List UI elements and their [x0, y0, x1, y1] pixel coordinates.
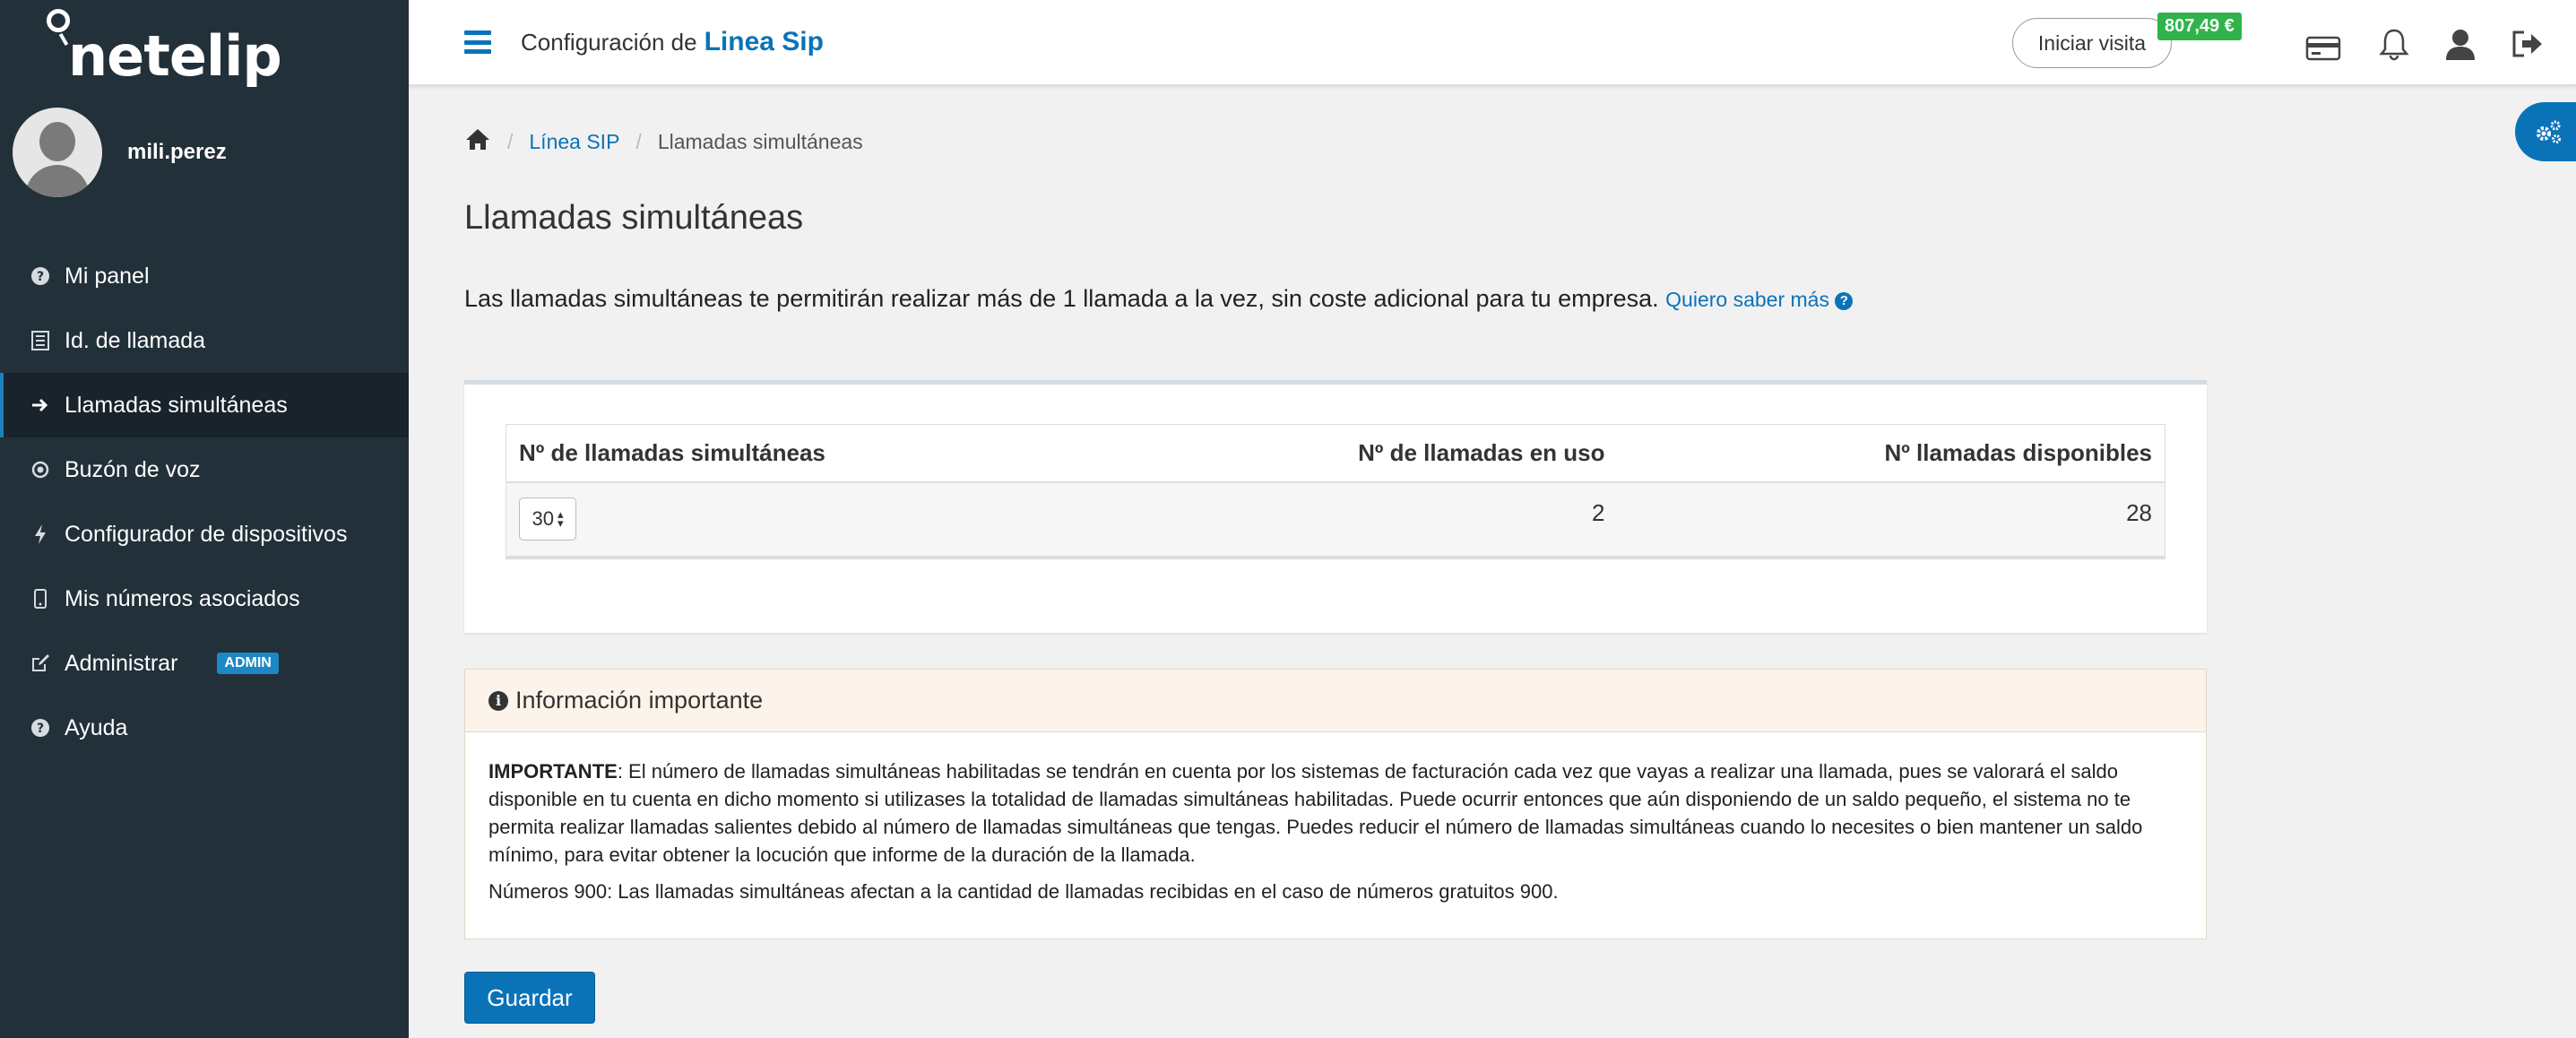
sidebar-item-label: Llamadas simultáneas [65, 392, 288, 418]
table-header-row: Nº de llamadas simultáneas Nº de llamada… [506, 424, 2165, 483]
sidebar-item-label: Administrar [65, 650, 178, 676]
user-profile[interactable]: mili.perez [13, 108, 227, 197]
sidebar-item-administrar[interactable]: Administrar ADMIN [0, 631, 409, 696]
column-header-available: Nº llamadas disponibles [1617, 424, 2165, 483]
sidebar-item-mis-numeros-asociados[interactable]: Mis números asociados [0, 567, 409, 631]
sidebar: netelip mili.perez ? Mi panel Id. de lla… [0, 0, 409, 1038]
simultaneous-calls-value: 30 [532, 506, 554, 530]
question-circle-icon: ? [29, 719, 52, 737]
available-cell: 28 [1617, 481, 2165, 559]
iniciar-visita-button[interactable]: Iniciar visita [2012, 18, 2172, 68]
breadcrumb-separator: / [507, 129, 514, 153]
intro-text: Las llamadas simultáneas te permitirán r… [464, 285, 1854, 313]
breadcrumb-linea-sip[interactable]: Línea SIP [529, 130, 619, 154]
hamburger-menu-icon[interactable] [464, 30, 491, 54]
arrow-right-icon [29, 397, 52, 413]
sidebar-item-mi-panel[interactable]: ? Mi panel [0, 244, 409, 308]
info-circle-icon: i [488, 690, 508, 711]
mobile-icon [29, 589, 52, 609]
list-icon [29, 331, 52, 350]
svg-text:?: ? [37, 722, 44, 736]
breadcrumb: / Línea SIP / Llamadas simultáneas [464, 127, 863, 156]
page-title: Llamadas simultáneas [464, 199, 804, 237]
select-arrows-icon: ▴ ▾ [557, 506, 564, 530]
sidebar-item-buzon-de-voz[interactable]: Buzón de voz [0, 437, 409, 502]
breadcrumb-separator: / [635, 129, 642, 153]
save-button[interactable]: Guardar [464, 972, 595, 1024]
settings-gear-icon[interactable] [2515, 102, 2576, 161]
sidebar-item-id-de-llamada[interactable]: Id. de llamada [0, 308, 409, 373]
important-paragraph: IMPORTANTE: El número de llamadas simult… [488, 757, 2183, 869]
learn-more-link[interactable]: Quiero saber más ? [1665, 288, 1854, 311]
sidebar-item-label: Configurador de dispositivos [65, 521, 348, 547]
logout-icon[interactable] [2510, 27, 2544, 61]
header-title: Configuración de Linea Sip [521, 27, 824, 57]
bell-icon[interactable] [2377, 27, 2411, 61]
username: mili.perez [127, 140, 227, 164]
info-panel-header: i Información importante [465, 670, 2206, 732]
avatar [13, 108, 102, 197]
admin-badge: ADMIN [217, 653, 279, 674]
credit-card-icon[interactable] [2305, 27, 2341, 61]
sidebar-item-label: Id. de llamada [65, 327, 206, 353]
header-title-highlight: Linea Sip [704, 27, 824, 56]
learn-more-label: Quiero saber más [1665, 288, 1829, 311]
important-text: : El número de llamadas simultáneas habi… [488, 760, 2143, 866]
column-header-in-use: Nº de llamadas en uso [1061, 424, 1618, 483]
info-panel-body: IMPORTANTE: El número de llamadas simult… [465, 732, 2206, 905]
svg-text:?: ? [37, 270, 44, 284]
balance-badge[interactable]: 807,49 € [2157, 13, 2242, 40]
edit-icon [29, 653, 52, 673]
sidebar-item-llamadas-simultaneas[interactable]: Llamadas simultáneas [0, 373, 409, 437]
intro-description: Las llamadas simultáneas te permitirán r… [464, 285, 1659, 312]
help-icon: ? [1835, 291, 1854, 310]
bolt-icon [29, 524, 52, 544]
in-use-cell: 2 [1061, 481, 1618, 559]
sidebar-item-configurador-de-dispositivos[interactable]: Configurador de dispositivos [0, 502, 409, 567]
logo-text: netelip [68, 23, 282, 89]
sidebar-item-label: Ayuda [65, 714, 128, 740]
sidebar-item-label: Mi panel [65, 263, 150, 289]
top-header: Configuración de Linea Sip Iniciar visita… [409, 0, 2576, 86]
sidebar-item-ayuda[interactable]: ? Ayuda [0, 696, 409, 760]
sidebar-item-label: Mis números asociados [65, 585, 300, 611]
home-icon[interactable] [464, 127, 491, 156]
calls-table: Nº de llamadas simultáneas Nº de llamada… [506, 424, 2165, 559]
simultaneous-cell: 30 ▴ ▾ [506, 481, 1062, 559]
simultaneous-calls-card: Nº de llamadas simultáneas Nº de llamada… [464, 380, 2207, 633]
voicemail-icon [29, 461, 52, 479]
important-label: IMPORTANTE [488, 760, 618, 783]
simultaneous-calls-select[interactable]: 30 ▴ ▾ [519, 497, 576, 541]
header-title-prefix: Configuración de [521, 29, 697, 56]
question-circle-icon: ? [29, 267, 52, 285]
column-header-simultaneous: Nº de llamadas simultáneas [506, 424, 1062, 483]
user-icon[interactable] [2443, 27, 2477, 61]
info-panel-title: Información importante [515, 687, 764, 714]
breadcrumb-current: Llamadas simultáneas [657, 129, 863, 153]
sidebar-item-label: Buzón de voz [65, 456, 201, 482]
table-row: 30 ▴ ▾ 2 28 [506, 481, 2165, 559]
important-info-panel: i Información importante IMPORTANTE: El … [464, 669, 2207, 939]
note-paragraph: Números 900: Las llamadas simultáneas af… [488, 880, 1559, 903]
location-pin-icon [47, 9, 70, 32]
sidebar-nav: ? Mi panel Id. de llamada Llamadas simul… [0, 244, 409, 760]
